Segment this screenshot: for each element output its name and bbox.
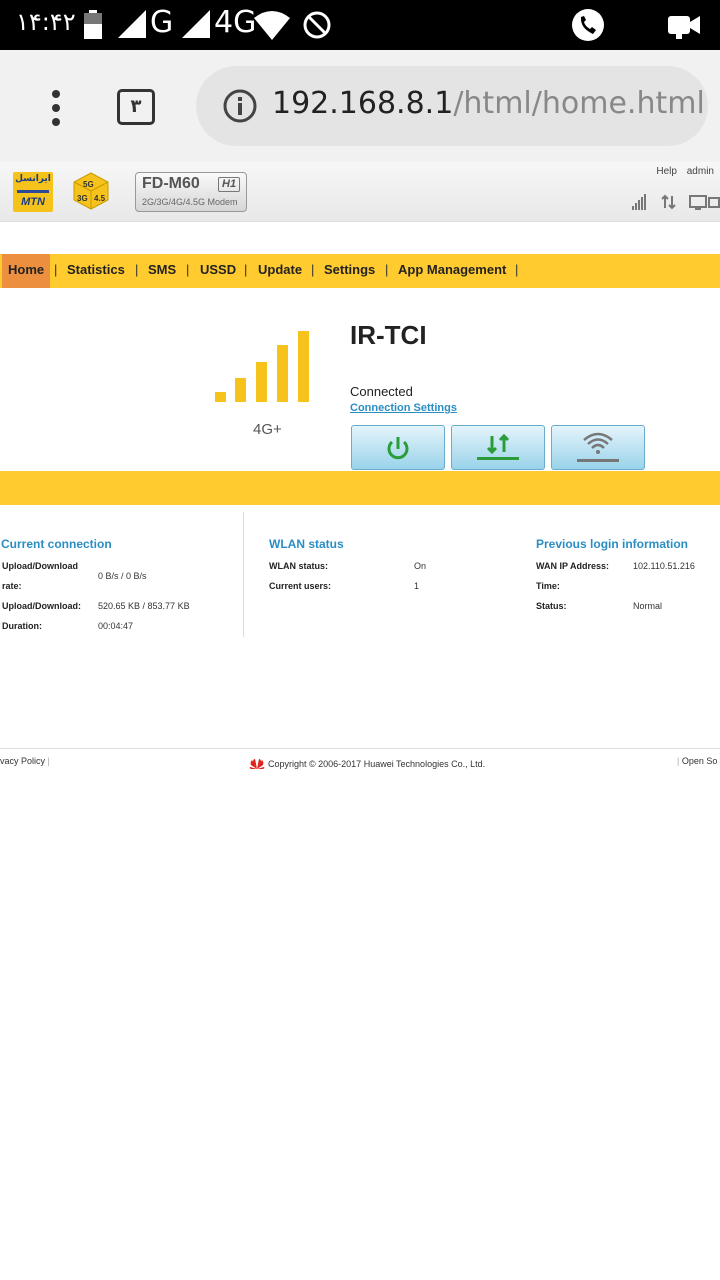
model-badge: FD-M60 H1 2G/3G/4G/4.5G Modem [135,172,247,212]
wlan-toggle-button[interactable] [551,425,645,470]
wlan-status-value: On [414,561,427,571]
nav-separator: | [135,262,139,277]
operator-name: IR-TCI [350,320,427,350]
huawei-logo [249,759,265,769]
network-type-label: G [150,5,174,40]
wan-ip-label: WAN IP Address: [536,561,610,571]
nav-settings[interactable]: Settings [324,254,375,288]
privacy-policy-link[interactable]: vacy Policy | [0,756,50,766]
previous-login-title: Previous login information [536,537,689,551]
status-bar: ۱۴:۴۲ G 4G [0,0,720,50]
brand-en: MTN [21,196,45,208]
nav-separator: | [515,262,519,277]
svg-text:5G: 5G [83,180,94,189]
url-text[interactable]: 192.168.8.1/html/home.html [272,86,705,121]
signal-bar-3 [256,362,267,402]
device-monitor-icon [689,195,720,210]
wlan-status-label: WLAN status: [269,561,328,571]
data-transfer-icon [661,194,676,210]
nav-separator: | [385,262,389,277]
browser-toolbar: ۳ 192.168.8.1/html/home.html [0,50,720,162]
network-type: 4G+ [253,421,282,438]
panel-divider [243,512,244,637]
rate-label: Upload/Download [2,561,78,571]
network-cube-logo: 5G 3G 4.5 [73,172,109,210]
connection-settings-link[interactable]: Connection Settings [350,402,457,414]
nav-separator: | [54,262,58,277]
cell-signal-icon [118,10,146,38]
connect-toggle-button[interactable] [351,425,445,470]
connection-status: Connected [350,384,413,399]
signal-bar-5 [298,331,309,402]
data-transfer-button[interactable] [451,425,545,470]
brand-fa: ایرانسل [15,174,51,184]
login-time-label: Time: [536,581,560,591]
phone-call-icon [572,9,604,41]
svg-text:3G: 3G [77,194,88,203]
network-type-label: 4G [214,5,257,40]
open-source-link[interactable]: | Open So [677,756,717,766]
do-not-disturb-icon [303,11,331,39]
open-source-label: Open So [681,756,718,766]
header-links: Help admin [649,166,714,177]
wifi-icon [254,11,290,40]
rate-label-cont: rate: [2,581,22,591]
nav-update[interactable]: Update [258,254,302,288]
nav-separator: | [186,262,190,277]
nav-ussd[interactable]: USSD [200,254,236,288]
signal-bar-1 [215,392,226,402]
irancell-mtn-logo: ایرانسل MTN [13,172,53,212]
battery-icon [84,10,102,39]
nav-home[interactable]: Home [2,254,51,288]
privacy-policy-label: vacy Policy [0,756,46,766]
nav-statistics[interactable]: Statistics [67,254,125,288]
model-revision: H1 [218,177,241,192]
login-status-value: Normal [633,601,663,611]
logo-stripe [17,190,49,193]
wan-ip-value: 102.110.51.216 [633,561,695,571]
url-host: 192.168.8.1 [272,86,454,121]
copyright-text: Copyright © 2006-2017 Huawei Technologie… [268,759,486,769]
signal-bar-2 [235,378,246,402]
nav-sms[interactable]: SMS [148,254,176,288]
login-status-label: Status: [536,601,567,611]
help-link[interactable]: Help [656,166,677,177]
wifi-icon [577,432,619,462]
duration-value: 00:04:47 [98,621,134,631]
volume-label: Upload/Download: [2,601,81,611]
svg-text:4.5: 4.5 [94,194,106,203]
nav-separator: | [311,262,315,277]
nav-separator: | [244,262,248,277]
wlan-status-title: WLAN status [269,537,344,551]
volume-value: 520.65 KB / 853.77 KB [98,601,190,611]
router-header: ایرانسل MTN 5G 3G 4.5 FD-M60 H1 2G/3G/4G… [0,162,720,222]
model-subtitle: 2G/3G/4G/4.5G Modem [142,197,238,207]
duration-label: Duration: [2,621,42,631]
current-users-label: Current users: [269,581,332,591]
nav-app-management[interactable]: App Management [398,254,506,288]
current-users-value: 1 [414,581,420,591]
model-name: FD-M60 [142,175,200,192]
power-icon [387,437,409,460]
signal-strength-icon [632,194,646,210]
admin-link[interactable]: admin [687,166,714,177]
info-icon[interactable] [222,88,258,124]
status-time: ۱۴:۴۲ [16,8,76,36]
upload-download-icon [477,433,519,460]
footer-divider [0,748,720,749]
signal-bar-4 [277,345,288,402]
main-nav: Home | Statistics | SMS | USSD | Update … [0,254,720,288]
cell-signal-icon [182,10,210,38]
tab-switcher-button[interactable]: ۳ [117,89,155,125]
video-call-icon [668,16,700,39]
address-bar[interactable]: 192.168.8.1/html/home.html [196,66,708,146]
header-status-icons [632,194,720,210]
more-options-icon[interactable] [40,88,72,128]
url-path: /html/home.html [453,86,705,121]
divider-band [0,471,720,505]
signal-strength-bars [215,331,309,402]
rate-value: 0 B/s / 0 B/s [98,571,147,581]
current-connection-title: Current connection [1,537,112,551]
